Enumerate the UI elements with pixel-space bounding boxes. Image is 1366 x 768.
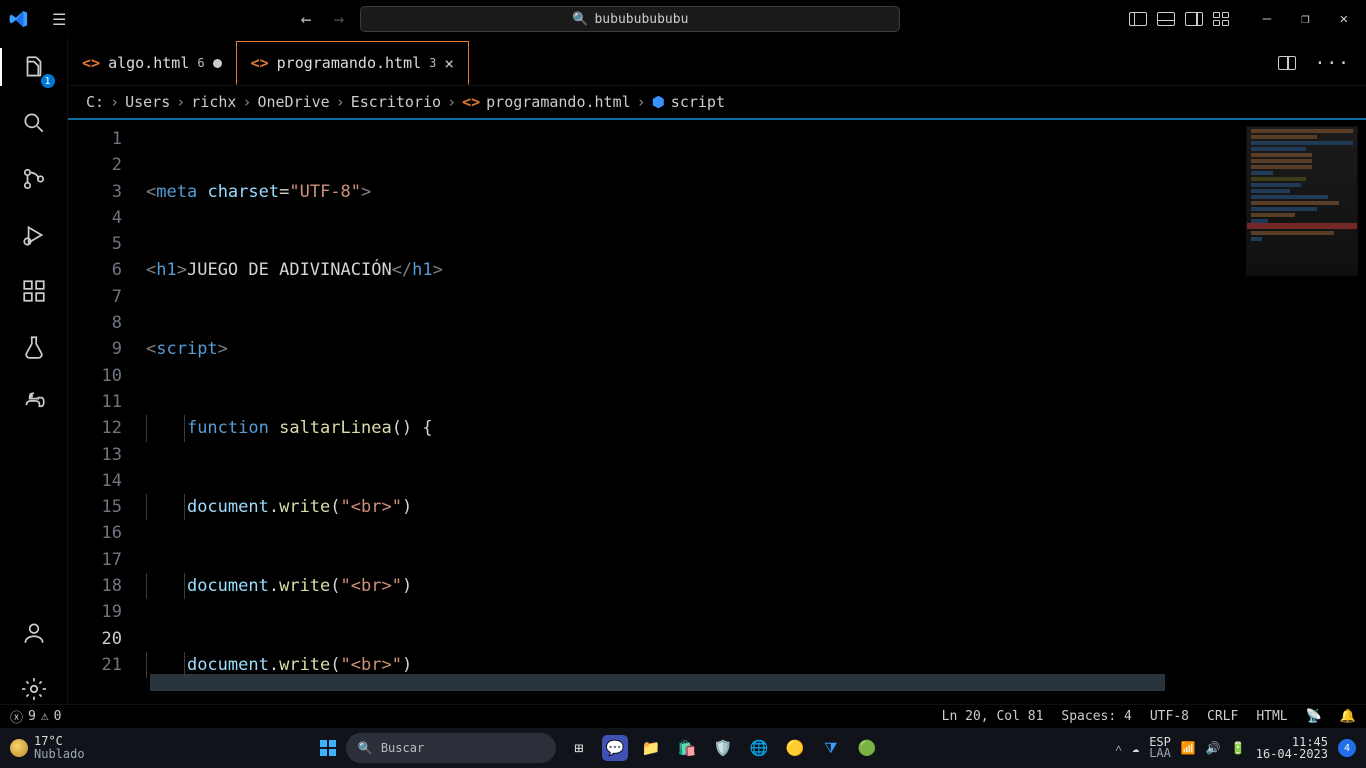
code-content[interactable]: <meta charset="UTF-8"> <h1>JUEGO DE ADIV…: [146, 122, 1226, 704]
status-eol[interactable]: CRLF: [1207, 709, 1238, 724]
split-editor-icon[interactable]: [1278, 56, 1296, 70]
dirty-indicator-icon: [213, 59, 222, 68]
chrome-icon[interactable]: 🟡: [782, 735, 808, 761]
horizontal-scrollbar[interactable]: [150, 674, 1165, 691]
input-lang2: LAA: [1149, 748, 1171, 759]
taskbar-chat-icon[interactable]: 💬: [602, 735, 628, 761]
vscode-taskbar-icon[interactable]: ⧩: [818, 735, 844, 761]
notification-badge[interactable]: 4: [1338, 739, 1356, 757]
window-close-icon[interactable]: ✕: [1340, 11, 1348, 27]
windows-taskbar: 17°C Nublado 🔍 Buscar ⊞ 💬 📁 🛍️ 🛡️ 🌐 🟡 ⧩ …: [0, 728, 1366, 768]
activity-account-icon[interactable]: [19, 618, 49, 648]
crumb-symbol[interactable]: script: [671, 93, 725, 111]
activity-settings-icon[interactable]: [19, 674, 49, 704]
close-tab-icon[interactable]: ×: [444, 54, 454, 73]
battery-icon[interactable]: 🔋: [1231, 741, 1246, 755]
search-icon: 🔍: [572, 12, 588, 27]
activity-extensions-icon[interactable]: [19, 276, 49, 306]
taskbar-clock[interactable]: 11:45 16-04-2023: [1256, 736, 1328, 760]
html-file-icon: <>: [462, 93, 480, 111]
code-editor[interactable]: 123456789101112131415161718192021 <meta …: [68, 122, 1366, 704]
crumb[interactable]: Escritorio: [351, 93, 441, 111]
tab-algo[interactable]: <> algo.html 6: [68, 41, 236, 85]
html-file-icon: <>: [82, 54, 100, 72]
status-cursor[interactable]: Ln 20, Col 81: [942, 709, 1044, 724]
tray-chevron-icon[interactable]: ˄: [1115, 741, 1122, 756]
explorer-badge: 1: [41, 74, 55, 88]
crumb[interactable]: Users: [125, 93, 170, 111]
crumb[interactable]: richx: [191, 93, 236, 111]
crumb-file[interactable]: programando.html: [486, 93, 631, 111]
activity-python-icon[interactable]: [19, 388, 49, 418]
activity-debug-icon[interactable]: [19, 220, 49, 250]
security-icon[interactable]: 🛡️: [710, 735, 736, 761]
wifi-icon[interactable]: 📶: [1181, 741, 1196, 755]
tab-count: 6: [197, 56, 204, 70]
breadcrumb[interactable]: C:› Users› richx› OneDrive› Escritorio› …: [68, 86, 1366, 120]
error-icon: ⓧ: [10, 707, 23, 726]
task-view-icon[interactable]: ⊞: [566, 735, 592, 761]
bell-icon[interactable]: 🔔: [1340, 709, 1356, 724]
activity-explorer-icon[interactable]: 1: [19, 52, 49, 82]
start-button[interactable]: [320, 740, 336, 756]
chrome-canary-icon[interactable]: 🟢: [854, 735, 880, 761]
layout-sidebar-right-icon[interactable]: [1185, 12, 1203, 26]
search-placeholder: Buscar: [381, 741, 424, 755]
store-icon[interactable]: 🛍️: [674, 735, 700, 761]
more-actions-icon[interactable]: ···: [1314, 53, 1350, 74]
tab-label: algo.html: [108, 54, 189, 72]
command-center-text: bubububububu: [594, 12, 688, 27]
onedrive-icon[interactable]: ☁: [1132, 741, 1139, 755]
nav-back-icon[interactable]: ←: [295, 9, 318, 30]
html-file-icon: <>: [251, 54, 269, 72]
file-explorer-icon[interactable]: 📁: [638, 735, 664, 761]
status-language[interactable]: HTML: [1256, 709, 1287, 724]
search-icon: 🔍: [358, 741, 373, 755]
minimap[interactable]: [1246, 126, 1358, 276]
nav-forward-icon[interactable]: →: [328, 9, 351, 30]
tab-programando[interactable]: <> programando.html 3 ×: [236, 41, 469, 85]
line-number-gutter: 123456789101112131415161718192021: [68, 122, 146, 704]
activity-scm-icon[interactable]: [19, 164, 49, 194]
activity-testing-icon[interactable]: [19, 332, 49, 362]
layout-grid-icon[interactable]: [1213, 12, 1229, 26]
activity-search-icon[interactable]: [19, 108, 49, 138]
status-problems[interactable]: ⓧ9 ⚠0: [10, 707, 62, 726]
vscode-logo-icon: [8, 8, 30, 30]
command-center[interactable]: 🔍 bubububububu: [360, 6, 900, 32]
tab-label: programando.html: [277, 54, 422, 72]
volume-icon[interactable]: 🔊: [1206, 741, 1221, 755]
window-restore-icon[interactable]: ❐: [1301, 11, 1309, 27]
crumb[interactable]: OneDrive: [257, 93, 329, 111]
status-indent[interactable]: Spaces: 4: [1061, 709, 1131, 724]
taskbar-search[interactable]: 🔍 Buscar: [346, 733, 556, 763]
crumb[interactable]: C:: [86, 93, 104, 111]
weather-icon: [10, 739, 28, 757]
symbol-icon: ⬢: [652, 93, 665, 111]
layout-sidebar-left-icon[interactable]: [1129, 12, 1147, 26]
condition: Nublado: [34, 748, 85, 761]
tab-count: 3: [429, 56, 436, 70]
menu-icon[interactable]: ☰: [52, 10, 66, 29]
taskbar-weather[interactable]: 17°C Nublado: [10, 735, 85, 761]
feedback-icon[interactable]: 📡: [1306, 709, 1322, 724]
layout-panel-icon[interactable]: [1157, 12, 1175, 26]
edge-icon[interactable]: 🌐: [746, 735, 772, 761]
status-encoding[interactable]: UTF-8: [1150, 709, 1189, 724]
window-minimize-icon[interactable]: —: [1263, 11, 1271, 27]
warning-icon: ⚠: [41, 709, 49, 724]
